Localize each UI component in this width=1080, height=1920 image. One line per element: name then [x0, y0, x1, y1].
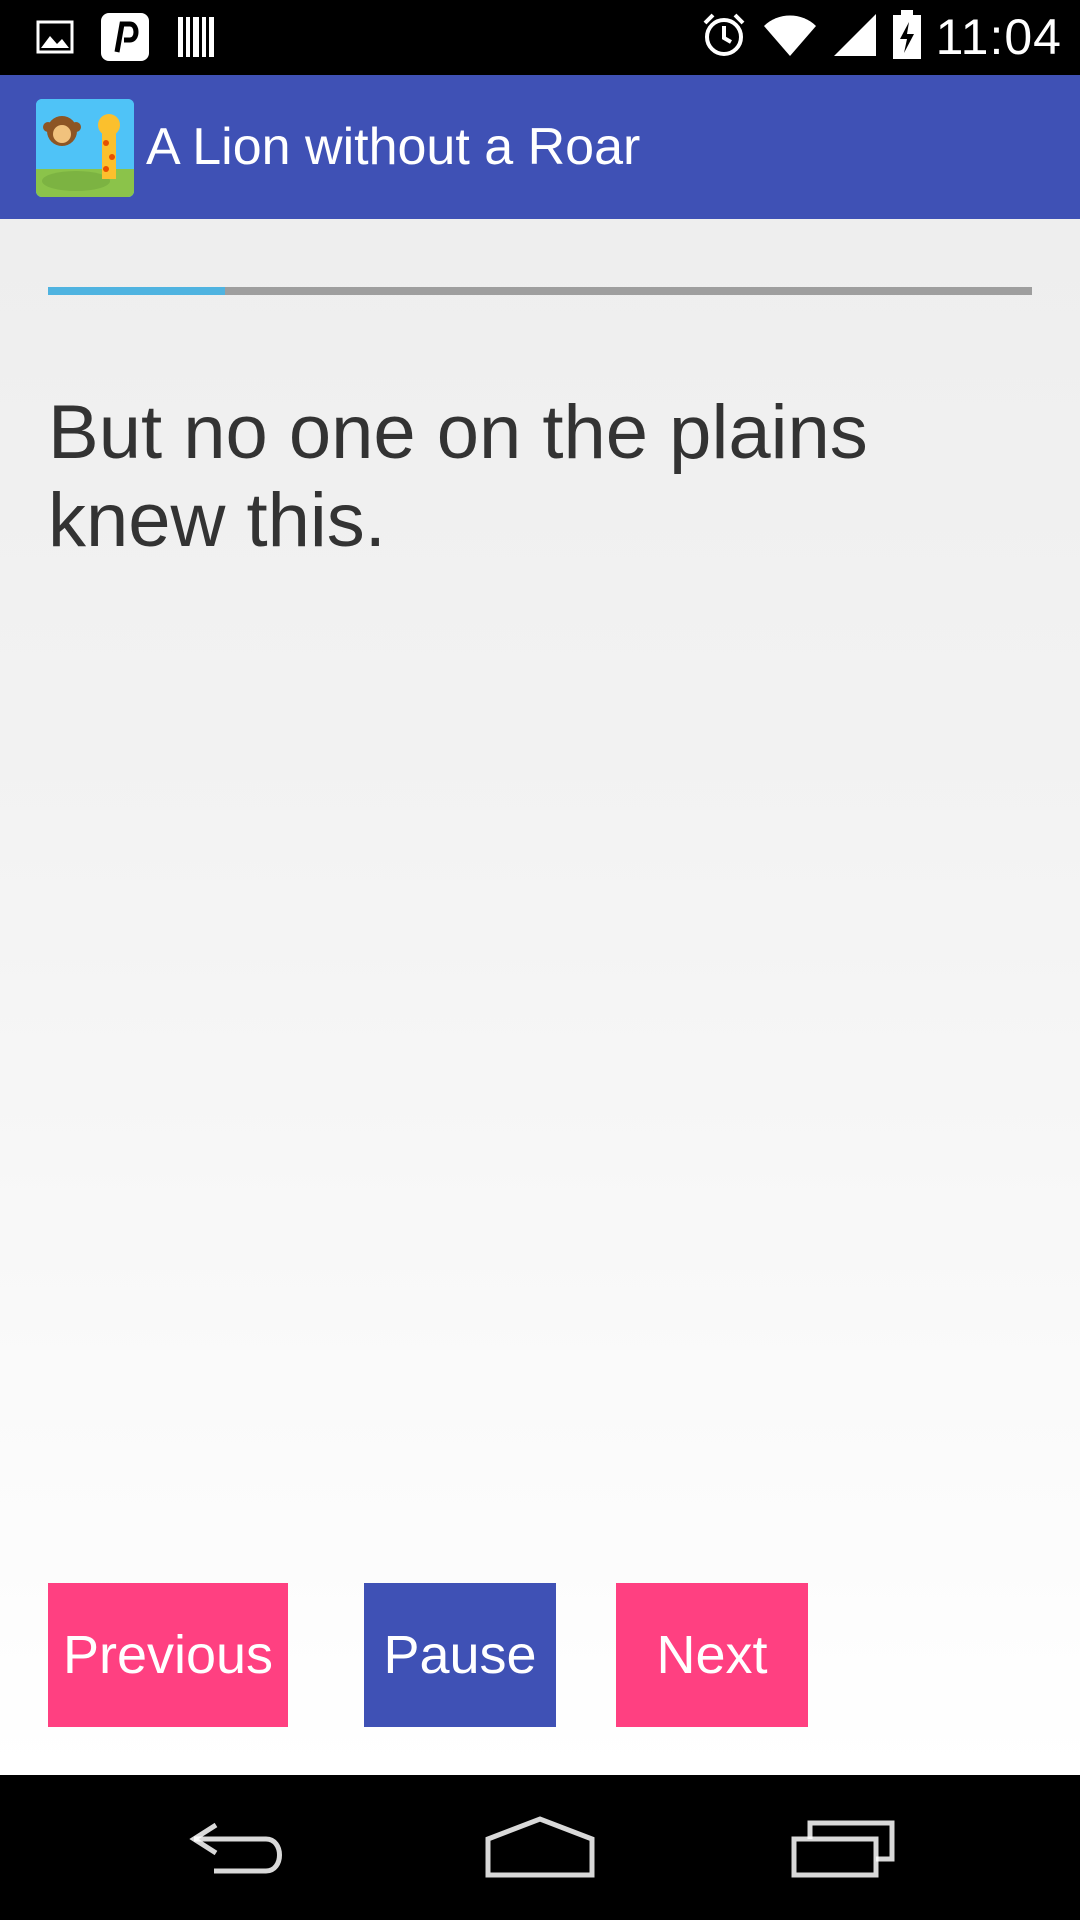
pinterest-icon: [100, 12, 150, 67]
navigation-bar: [0, 1775, 1080, 1920]
recents-icon[interactable]: [790, 1815, 896, 1886]
pause-button[interactable]: Pause: [364, 1583, 556, 1727]
back-icon[interactable]: [186, 1815, 292, 1886]
status-time: 11:04: [935, 9, 1062, 65]
app-bar: A Lion without a Roar: [0, 75, 1080, 219]
status-left-icons: [36, 12, 216, 67]
barcode-icon: [176, 13, 216, 66]
app-animals-icon: [36, 99, 134, 197]
home-icon[interactable]: [484, 1815, 596, 1886]
screen: 11:04 A Lion without a Roar But no one o…: [0, 0, 1080, 1920]
image-icon: [36, 20, 74, 59]
wifi-icon: [762, 12, 818, 63]
story-progress-fill: [48, 287, 226, 295]
story-content: But no one on the plains knew this. Prev…: [0, 219, 1080, 1775]
previous-button[interactable]: Previous: [48, 1583, 288, 1727]
status-bar: 11:04: [0, 0, 1080, 75]
battery-charging-icon: [892, 9, 922, 65]
status-right-icons: 11:04: [700, 8, 1062, 66]
next-button[interactable]: Next: [616, 1583, 808, 1727]
app-title: A Lion without a Roar: [146, 118, 641, 176]
signal-icon: [832, 12, 878, 63]
story-text: But no one on the plains knew this.: [48, 390, 868, 563]
alarm-icon: [700, 11, 748, 64]
story-progress-bar: [48, 287, 1032, 295]
